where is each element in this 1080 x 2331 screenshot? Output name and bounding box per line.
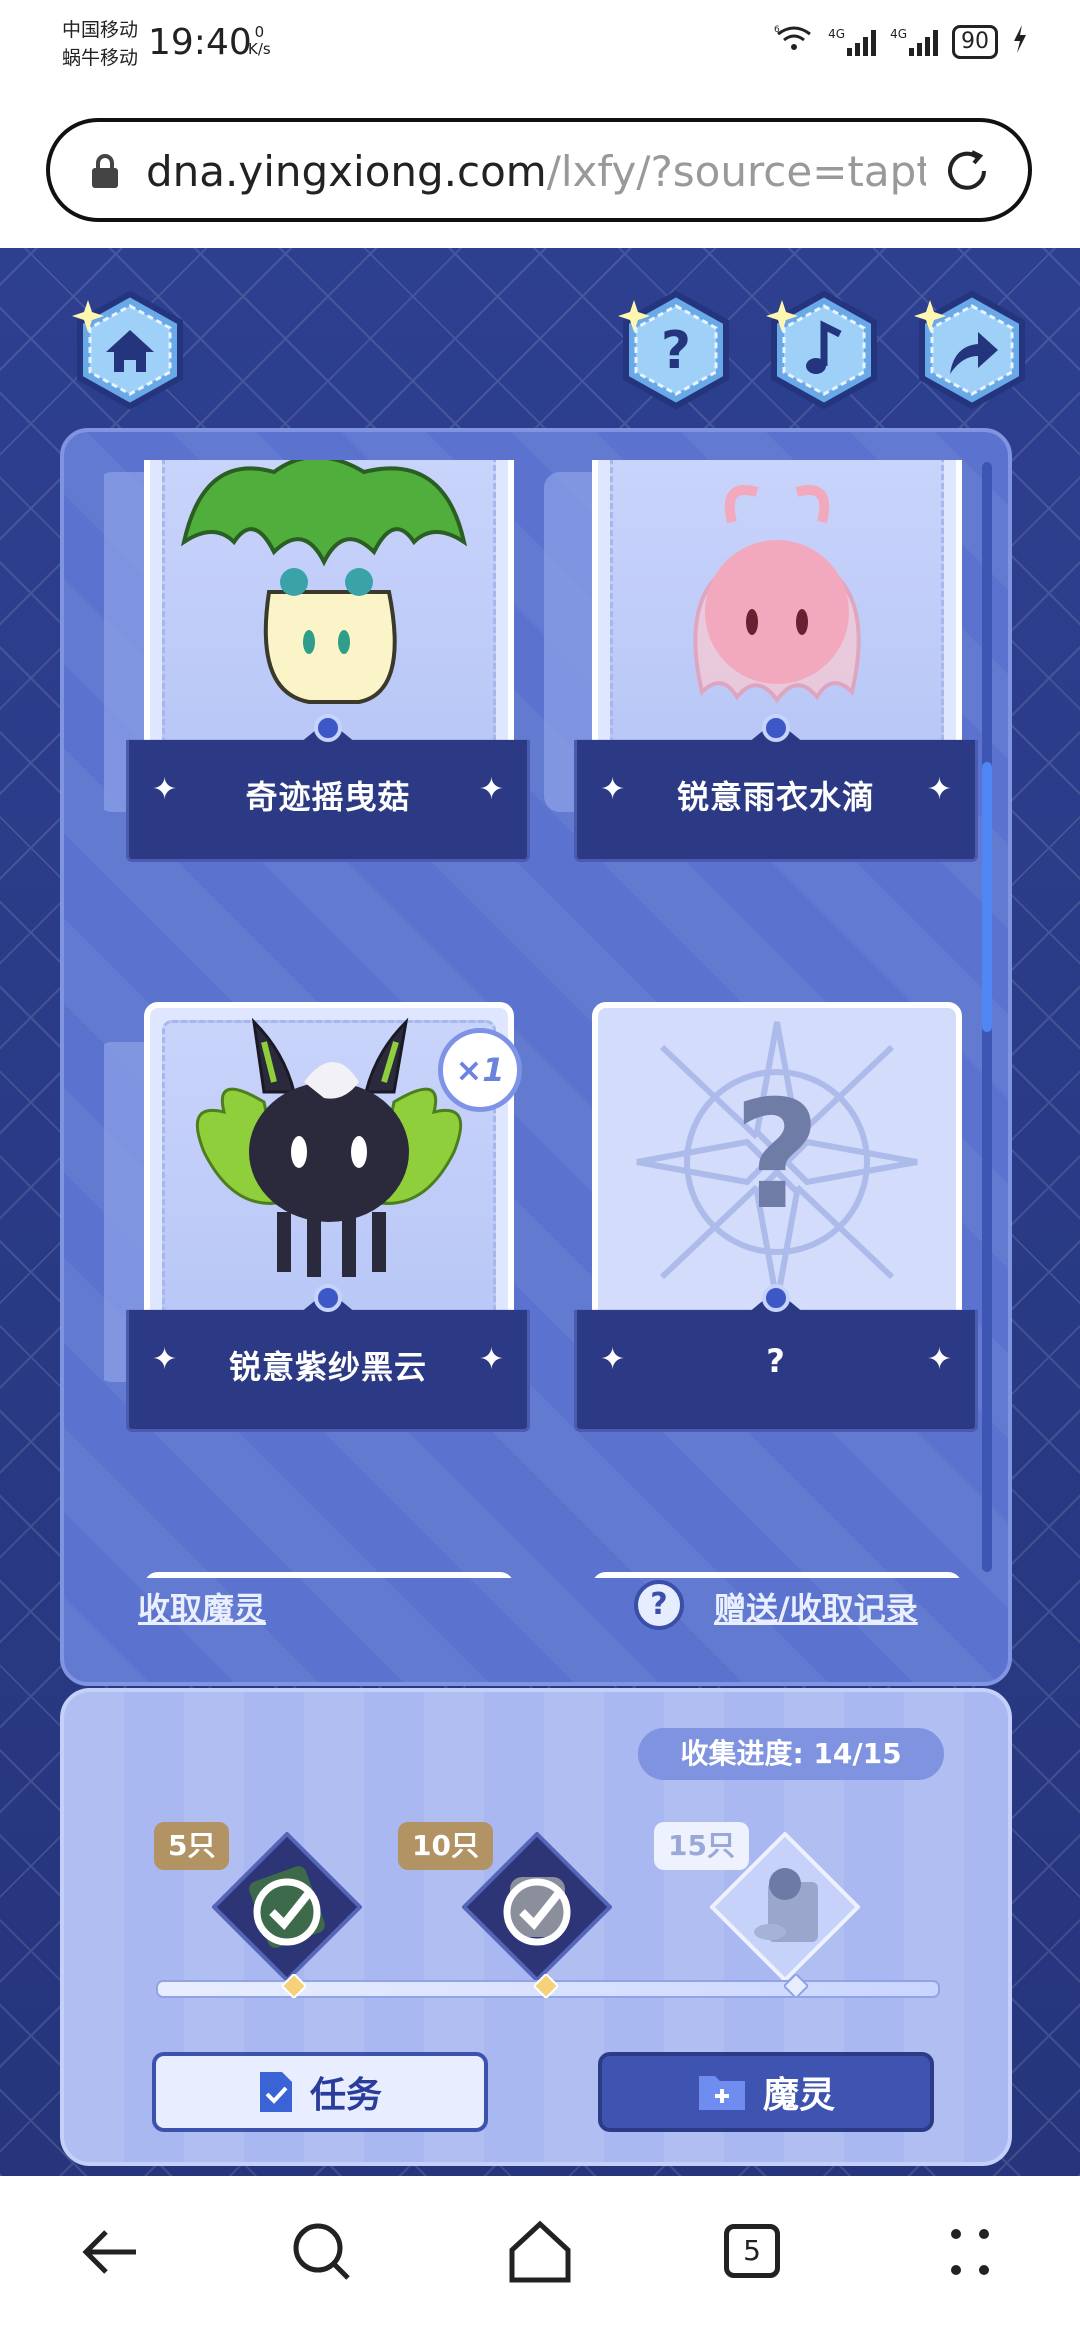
browser-nav-bar: 5 (0, 2176, 1080, 2331)
progress-node-icon (534, 1974, 558, 1998)
music-button[interactable] (764, 290, 884, 410)
game-page: ? ✦ ✦ 奇迹摇曳菇 ✦ ✦ 锐意雨衣水滴 ×1 ✦ ✦ 锐意紫纱黑云 ? ✦… (0, 248, 1080, 2176)
tabs-button[interactable]: 5 (714, 2212, 794, 2292)
collect-spirit-link[interactable]: 收取魔灵 (138, 1584, 266, 1630)
signal-1-icon: 4G (828, 26, 877, 56)
carrier-names: 中国移动 蜗牛移动 (62, 16, 138, 72)
status-bar: 中国移动 蜗牛移动 19:40 0 K/s 6 4G 4G 90 (0, 0, 1080, 92)
url-path: /lxfy/?source=tapta (546, 147, 926, 196)
progress-value: 14/15 (813, 1737, 902, 1770)
svg-text:?: ? (661, 321, 691, 381)
status-time: 19:40 (148, 22, 252, 63)
network-speed: 0 K/s (248, 24, 271, 58)
spirit-button[interactable]: 魔灵 (598, 2052, 934, 2132)
lock-icon (92, 154, 118, 188)
card-name: 锐意雨衣水滴 (676, 778, 875, 816)
progress-indicator: 收集进度: 14/15 (638, 1728, 944, 1780)
milestone-reward[interactable] (212, 1832, 362, 1982)
signal-2-icon: 4G (890, 28, 938, 56)
task-button-label: 任务 (309, 2075, 382, 2116)
carrier-secondary: 蜗牛移动 (62, 47, 139, 69)
share-button[interactable] (912, 290, 1032, 410)
url-text[interactable]: dna.yingxiong.com/lxfy/?source=tapta (146, 142, 926, 202)
card-grid: ✦ ✦ 奇迹摇曳菇 ✦ ✦ 锐意雨衣水滴 ×1 ✦ ✦ 锐意紫纱黑云 ? ✦ ✦… (104, 460, 984, 1578)
carrier-primary: 中国移动 (62, 19, 139, 41)
search-icon[interactable] (282, 2212, 362, 2292)
unknown-spirit-silhouette: ? (636, 1021, 918, 1302)
gift-records-link[interactable]: 赠送/收取记录 (714, 1584, 918, 1630)
card-name: 锐意紫纱黑云 (228, 1348, 427, 1386)
records-help-icon[interactable]: ? (634, 1580, 684, 1630)
spirit-card[interactable]: ×2 (574, 1572, 978, 1578)
reload-icon[interactable] (940, 144, 994, 198)
battery-indicator: 90 (952, 24, 998, 59)
network-speed-value: 0 (254, 23, 265, 41)
help-icon: ? (618, 290, 729, 410)
spirit-button-label: 魔灵 (762, 2075, 835, 2116)
collection-panel: ✦ ✦ 奇迹摇曳菇 ✦ ✦ 锐意雨衣水滴 ×1 ✦ ✦ 锐意紫纱黑云 ? ✦ ✦… (60, 428, 1012, 1686)
home-button[interactable] (70, 290, 190, 410)
task-button[interactable]: 任务 (152, 2052, 488, 2132)
wifi-label: 6 (774, 25, 780, 35)
spirit-card[interactable]: ✦ ✦ 锐意雨衣水滴 (544, 460, 978, 862)
network-type-2: 4G (890, 26, 907, 41)
share-icon (914, 290, 1025, 410)
milestone-tag: 10只 (398, 1822, 493, 1870)
spirit-card[interactable]: ×4 (126, 1572, 530, 1578)
music-icon (766, 290, 877, 410)
progress-node-icon (282, 1974, 306, 1998)
progress-label: 收集进度: (680, 1737, 804, 1770)
milestone-tag: 5只 (154, 1822, 230, 1870)
raincoat-droplet-illustration (693, 485, 861, 704)
spirit-card[interactable]: ×1 ✦ ✦ 锐意紫纱黑云 (104, 1002, 530, 1432)
reward-claimed-icon (212, 1832, 362, 1982)
collection-progress-panel: 收集进度: 14/15 5只 10只 15只 任务 魔灵 (60, 1688, 1012, 2166)
network-type-1: 4G (828, 26, 846, 41)
folder-add-icon (698, 2076, 745, 2110)
count-badge: ×1 (438, 1028, 522, 1112)
task-document-icon (259, 2072, 292, 2112)
mushroom-spirit-illustration (180, 460, 468, 704)
help-button[interactable]: ? (616, 290, 736, 410)
network-speed-unit: K/s (248, 40, 271, 58)
back-icon[interactable] (70, 2212, 150, 2292)
locked-spirit-card[interactable]: ? ✦ ✦ ? (574, 1002, 978, 1432)
browser-toolbar: dna.yingxiong.com/lxfy/?source=tapta (0, 92, 1080, 248)
more-menu-icon[interactable] (930, 2212, 1010, 2292)
home-icon (72, 290, 183, 410)
tabs-count: 5 (724, 2224, 780, 2278)
url-domain: dna.yingxiong.com (146, 147, 547, 196)
status-icons: 6 4G 4G 90 (774, 24, 1028, 59)
progress-node-icon (784, 1974, 808, 1998)
address-bar[interactable]: dna.yingxiong.com/lxfy/?source=tapta (46, 118, 1032, 222)
wifi-icon: 6 (774, 24, 814, 59)
milestone-tag: 15只 (654, 1822, 749, 1870)
spirit-card[interactable]: ✦ ✦ 奇迹摇曳菇 (104, 460, 530, 862)
charging-icon (1012, 25, 1028, 58)
card-name: ? (766, 1342, 786, 1380)
home-icon[interactable] (500, 2212, 580, 2292)
card-name: 奇迹摇曳菇 (245, 778, 411, 816)
question-mark-icon: ? (733, 1069, 820, 1243)
